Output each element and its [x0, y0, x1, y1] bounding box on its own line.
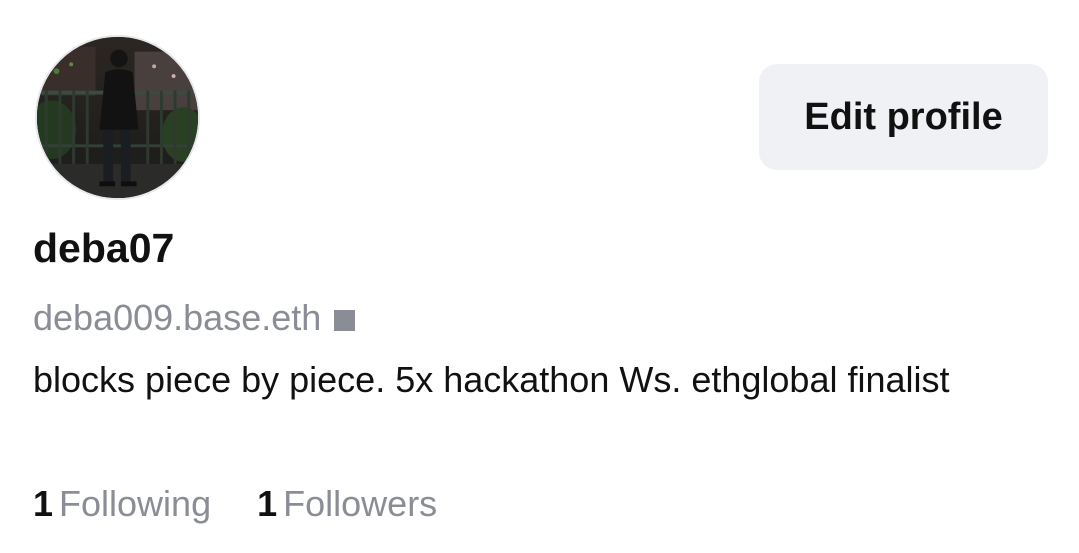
display-name: deba07 — [33, 225, 175, 271]
handle-row: deba009.base.eth — [33, 296, 356, 340]
edit-profile-button[interactable]: Edit profile — [759, 64, 1048, 170]
followers-stat[interactable]: 1 Followers — [257, 483, 437, 525]
following-stat[interactable]: 1 Following — [33, 483, 211, 525]
verified-square-icon — [334, 309, 356, 331]
following-count: 1 — [33, 483, 54, 524]
profile-header: Edit profile deba07 deba009.base.eth blo… — [0, 0, 1079, 553]
followers-count: 1 — [257, 483, 278, 524]
handle-text[interactable]: deba009.base.eth — [33, 297, 321, 339]
stats-row: 1 Following 1 Followers — [33, 482, 437, 526]
following-label: Following — [59, 483, 212, 524]
bio: blocks piece by piece. 5x hackathon Ws. … — [33, 359, 950, 400]
followers-label: Followers — [283, 483, 438, 524]
avatar[interactable] — [35, 35, 200, 200]
